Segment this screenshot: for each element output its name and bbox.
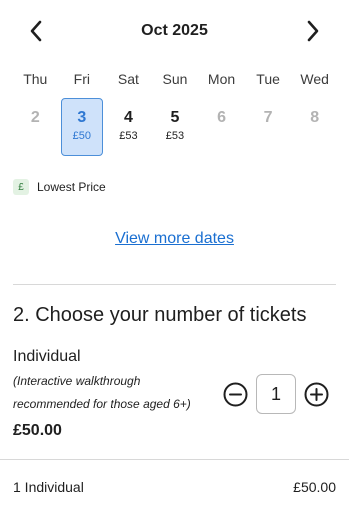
section-title: 2. Choose your number of tickets <box>13 304 307 326</box>
calendar-day: 7 <box>245 98 292 156</box>
section-divider <box>13 284 336 285</box>
chevron-right-icon <box>307 20 319 42</box>
weekday-label: Sat <box>117 71 139 87</box>
calendar-day-selected[interactable]: 3 £50 <box>60 98 104 156</box>
day-number: 5 <box>170 109 180 126</box>
calendar-day[interactable]: 4 £53 <box>105 98 152 156</box>
increase-quantity-button[interactable] <box>303 381 330 408</box>
calendar-day: 2 <box>12 98 59 156</box>
ticket-type-note: (Interactive walkthrough recommended for… <box>13 374 191 411</box>
day-number: 8 <box>310 109 320 126</box>
day-price: £53 <box>119 130 138 142</box>
weekday-label: Mon <box>207 71 236 87</box>
day-price: £50 <box>72 130 92 142</box>
ticket-price: £50.00 <box>13 422 62 439</box>
view-more-dates-link[interactable]: View more dates <box>115 230 234 247</box>
next-month-button[interactable] <box>300 18 326 44</box>
more-dates-container: View more dates <box>0 230 349 248</box>
ticket-type-name: Individual <box>13 348 81 365</box>
weekday-label: Sun <box>162 71 188 87</box>
calendar-days-row: 2 3 £50 4 £53 5 £53 6 7 8 <box>12 98 338 156</box>
weekday-label: Wed <box>300 71 329 87</box>
quantity-value[interactable]: 1 <box>256 374 296 414</box>
month-title: Oct 2025 <box>141 22 208 39</box>
summary-divider <box>0 459 349 460</box>
calendar-day: 8 <box>291 98 338 156</box>
day-number: 7 <box>263 109 273 126</box>
summary-label: 1 Individual <box>13 479 84 495</box>
day-number: 2 <box>30 109 40 126</box>
quantity-stepper: 1 <box>222 374 330 414</box>
calendar-day[interactable]: 5 £53 <box>152 98 199 156</box>
decrease-quantity-button[interactable] <box>222 381 249 408</box>
order-summary-row: 1 Individual £50.00 <box>13 479 336 495</box>
weekday-label: Tue <box>256 71 280 87</box>
weekday-label: Fri <box>73 71 90 87</box>
price-legend: £ Lowest Price <box>13 179 106 195</box>
minus-circle-icon <box>223 382 248 406</box>
day-number: 4 <box>123 109 133 126</box>
legend-label: Lowest Price <box>37 180 106 194</box>
summary-amount: £50.00 <box>293 479 336 495</box>
calendar-header: Oct 2025 <box>0 14 349 48</box>
day-price: £53 <box>165 130 185 142</box>
day-number: 3 <box>77 109 87 126</box>
day-number: 6 <box>217 109 226 126</box>
weekday-label: Thu <box>23 71 48 87</box>
pound-icon: £ <box>13 179 29 195</box>
plus-circle-icon <box>304 382 329 406</box>
weekday-header-row: Thu Fri Sat Sun Mon Tue Wed <box>12 71 338 87</box>
calendar-day: 6 <box>198 98 245 156</box>
